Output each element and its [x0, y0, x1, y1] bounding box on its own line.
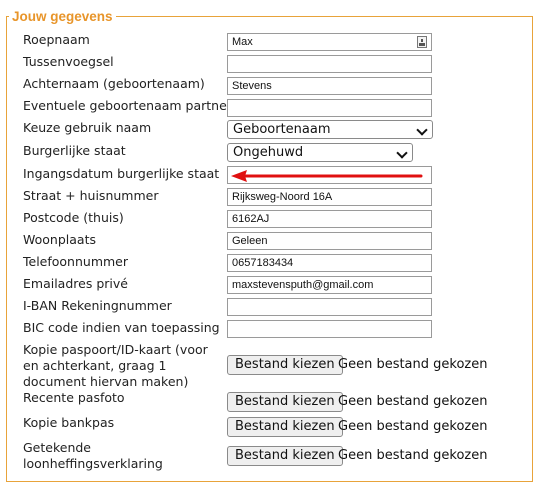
- bic-label: BIC code indien van toepassing: [23, 320, 220, 335]
- tax-form-upload-label-line: loonheffingsverklaring: [23, 456, 163, 471]
- passport-upload-label-line: document hiervan maken): [23, 374, 189, 389]
- phone-input[interactable]: 0657183434: [227, 254, 432, 272]
- iban-label: I-BAN Rekeningnummer: [23, 298, 172, 313]
- achternaam-label: Achternaam (geboortenaam): [23, 76, 205, 91]
- name-choice-value: Geboortenaam: [233, 122, 331, 137]
- marital-date-label: Ingangsdatum burgerlijke staat: [23, 166, 220, 181]
- bankcard-file-button[interactable]: Bestand kiezen: [227, 417, 343, 437]
- roepnaam-label: Roepnaam: [23, 32, 90, 47]
- marital-status-select[interactable]: Ongehuwd: [227, 143, 413, 162]
- partner-name-label: Eventuele geboortenaam partner: [23, 98, 232, 113]
- tussenvoegsel-input[interactable]: [227, 55, 432, 73]
- postcode-label: Postcode (thuis): [23, 210, 124, 225]
- tax-form-upload-label: Getekende loonheffingsverklaring: [23, 440, 163, 472]
- passport-upload-label-line: en achterkant, graag 1: [23, 358, 167, 373]
- city-input[interactable]: Geleen: [227, 232, 432, 250]
- city-label: Woonplaats: [23, 232, 96, 247]
- email-input[interactable]: maxstevensputh@gmail.com: [227, 276, 432, 294]
- photo-file-status: Geen bestand gekozen: [338, 394, 488, 409]
- key-icon[interactable]: [417, 36, 427, 48]
- photo-file-button[interactable]: Bestand kiezen: [227, 392, 343, 412]
- bankcard-upload-label: Kopie bankpas: [23, 415, 115, 430]
- name-choice-label: Keuze gebruik naam: [23, 120, 152, 135]
- postcode-input[interactable]: 6162AJ: [227, 210, 432, 228]
- phone-label: Telefoonnummer: [23, 254, 129, 269]
- photo-upload-label: Recente pasfoto: [23, 390, 125, 405]
- roepnaam-value: Max: [232, 36, 253, 48]
- marital-status-label: Burgerlijke staat: [23, 143, 126, 158]
- tax-form-file-status: Geen bestand gekozen: [338, 448, 488, 463]
- marital-status-value: Ongehuwd: [233, 145, 304, 160]
- roepnaam-input[interactable]: Max: [227, 33, 432, 51]
- email-label: Emailadres privé: [23, 276, 128, 291]
- name-choice-select[interactable]: Geboortenaam: [227, 120, 433, 139]
- fieldset-legend: Jouw gegevens: [9, 9, 116, 24]
- passport-file-status: Geen bestand gekozen: [338, 357, 488, 372]
- passport-upload-label-line: Kopie paspoort/ID-kaart (voor: [23, 342, 208, 357]
- street-label: Straat + huisnummer: [23, 188, 159, 203]
- bic-input[interactable]: [227, 320, 432, 338]
- passport-file-button[interactable]: Bestand kiezen: [227, 355, 343, 375]
- street-input[interactable]: Rijksweg-Noord 16A: [227, 188, 432, 206]
- red-arrow-icon: [231, 170, 423, 182]
- partner-name-input[interactable]: [227, 99, 432, 117]
- chevron-down-icon: [416, 124, 428, 136]
- chevron-down-icon: [396, 147, 408, 159]
- tax-form-upload-label-line: Getekende: [23, 440, 91, 455]
- achternaam-input[interactable]: Stevens: [227, 77, 432, 95]
- passport-upload-label: Kopie paspoort/ID-kaart (voor en achterk…: [23, 342, 208, 390]
- bankcard-file-status: Geen bestand gekozen: [338, 419, 488, 434]
- iban-input[interactable]: [227, 298, 432, 316]
- tax-form-file-button[interactable]: Bestand kiezen: [227, 446, 343, 466]
- tussenvoegsel-label: Tussenvoegsel: [23, 54, 114, 69]
